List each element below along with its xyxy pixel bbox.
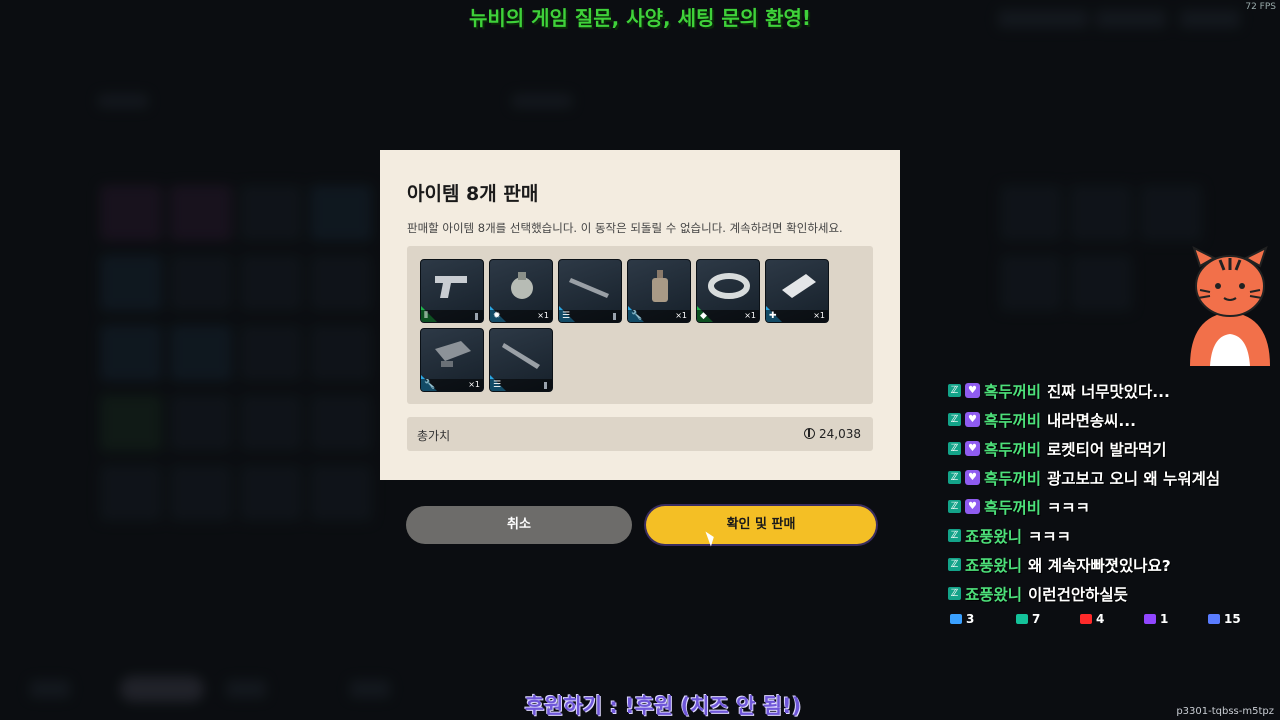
heart-badge-icon: ♥ — [965, 499, 980, 514]
chat-username: 죠풍왔니 — [965, 556, 1023, 575]
dialog-description: 판매할 아이템 8개를 선택했습니다. 이 동작은 되돌릴 수 없습니다. 계속… — [407, 221, 843, 235]
chat-message: ℤ ♥ 흑두꺼비 진짜 너무맛있다... — [948, 376, 1278, 405]
viewer-stats: 3 7 4 1 15 — [950, 612, 1250, 628]
pistol-icon — [435, 276, 467, 298]
chzzk-badge-icon: ℤ — [948, 442, 961, 455]
item-slot-rifle[interactable]: ☰ — [558, 259, 622, 323]
durability-bar — [613, 313, 616, 320]
item-slot-bottle[interactable]: 🔧 ×1 — [627, 259, 691, 323]
rifle-icon — [569, 278, 609, 298]
bottom-banner: 후원하기 : !후원 (치즈 안 됨!) — [524, 694, 802, 718]
sell-dialog: 아이템 8개 판매 판매할 아이템 8개를 선택했습니다. 이 동작은 되돌릴 … — [380, 150, 900, 480]
heart-badge-icon: ♥ — [965, 470, 980, 485]
chat-message: ℤ ♥ 흑두꺼비 광고보고 오니 왜 누워계심 — [948, 463, 1278, 492]
durability-bar — [544, 382, 547, 389]
chat-text: 광고보고 오니 왜 누워계심 — [1047, 469, 1221, 488]
discord-icon — [1208, 614, 1220, 624]
stat-twitch: 1 — [1144, 612, 1168, 626]
chat-message: ℤ 죠풍왔니 이런건안하실듯 — [948, 579, 1278, 608]
chat-text: 내라면송씨... — [1047, 411, 1137, 430]
total-value-label: 총가치 — [417, 429, 451, 443]
chzzk-badge-icon: ℤ — [948, 413, 961, 426]
durability-bar — [475, 313, 478, 320]
item-slot-metal-part[interactable]: 🔧 ×1 — [420, 328, 484, 392]
total-value-amount: 24,038 — [819, 427, 861, 441]
item-quantity: ×1 — [744, 311, 756, 320]
stat-chzzk: 7 — [1016, 612, 1040, 626]
total-value-row: 총가치 24,038 — [407, 417, 873, 451]
chat-username: 흑두꺼비 — [984, 469, 1042, 488]
top-banner: 뉴비의 게임 질문, 사양, 세팅 문의 환영! — [468, 6, 812, 30]
list-icon: ☰ — [562, 311, 571, 321]
chat-username: 흑두꺼비 — [984, 382, 1042, 401]
chat-username: 흑두꺼비 — [984, 440, 1042, 459]
heart-badge-icon: ♥ — [965, 412, 980, 427]
ammo-icon: ⦀ — [424, 311, 428, 321]
stat-discord: 15 — [1208, 612, 1241, 626]
heart-badge-icon: ♥ — [965, 383, 980, 398]
fps-counter: 72 FPS — [1245, 2, 1276, 12]
item-quantity: ×1 — [537, 311, 549, 320]
twitch-icon — [1144, 614, 1156, 624]
rifle-icon — [502, 343, 540, 369]
youtube-icon — [1080, 614, 1092, 624]
chat-message: ℤ 죠풍왔니 왜 계속자빠졋있나요? — [948, 550, 1278, 579]
grenade-icon — [511, 272, 533, 299]
chzzk-badge-icon: ℤ — [948, 384, 961, 397]
cancel-button[interactable]: 취소 — [406, 506, 632, 544]
chat-text: 로켓티어 발라먹기 — [1047, 440, 1167, 459]
item-quantity: ×1 — [675, 311, 687, 320]
chat-overlay: ℤ ♥ 흑두꺼비 진짜 너무맛있다... ℤ ♥ 흑두꺼비 내라면송씨... ℤ… — [948, 376, 1278, 608]
chat-message: ℤ ♥ 흑두꺼비 내라면송씨... — [948, 405, 1278, 434]
metal-part-icon — [435, 341, 471, 367]
wrench-icon: 🔧 — [424, 380, 436, 390]
stream-id: p3301-tqbss-m5tpz — [1176, 706, 1274, 717]
chat-username: 죠풍왔니 — [965, 527, 1023, 546]
chat-text: 진짜 너무맛있다... — [1047, 382, 1170, 401]
chzzk-badge-icon: ℤ — [948, 500, 961, 513]
chat-message: ℤ ♥ 흑두꺼비 로켓티어 발라먹기 — [948, 434, 1278, 463]
chat-message: ℤ 죠풍왔니 ㅋㅋㅋ — [948, 521, 1278, 550]
confirm-sell-button[interactable]: 확인 및 판매 — [646, 506, 876, 544]
chat-username: 흑두꺼비 — [984, 411, 1042, 430]
chzzk-badge-icon: ℤ — [948, 529, 961, 542]
chat-message: ℤ ♥ 흑두꺼비 ㅋㅋㅋ — [948, 492, 1278, 521]
chat-text: 이런건안하실듯 — [1028, 585, 1128, 604]
selected-items-panel: ⦀ ✹ ×1 ☰ 🔧 ×1 ◆ ×1 ✚ ×1 🔧 ×1 ☰ — [407, 246, 873, 404]
tiger-mascot-icon — [1190, 246, 1270, 366]
coin-icon — [804, 428, 815, 439]
wrench-icon: 🔧 — [631, 311, 643, 321]
chzzk-badge-icon: ℤ — [948, 558, 961, 571]
stat-youtube: 4 — [1080, 612, 1104, 626]
item-slot-pistol[interactable]: ⦀ — [420, 259, 484, 323]
item-slot-rifle-2[interactable]: ☰ — [489, 328, 553, 392]
chat-text: ㅋㅋㅋ — [1028, 527, 1071, 546]
chzzk-badge-icon: ℤ — [948, 587, 961, 600]
item-slot-grenade[interactable]: ✹ ×1 — [489, 259, 553, 323]
chzzk-badge-icon: ℤ — [948, 471, 961, 484]
explosive-icon: ✹ — [493, 311, 501, 321]
dialog-title: 아이템 8개 판매 — [407, 183, 539, 205]
medkit-icon: ✚ — [769, 311, 777, 321]
chat-username: 흑두꺼비 — [984, 498, 1042, 517]
coil-icon — [708, 273, 750, 299]
link-icon — [950, 614, 962, 624]
item-quantity: ×1 — [813, 311, 825, 320]
bandage-icon — [782, 274, 816, 298]
item-quantity: ×1 — [468, 380, 480, 389]
item-slot-coil[interactable]: ◆ ×1 — [696, 259, 760, 323]
chat-text: 왜 계속자빠졋있나요? — [1028, 556, 1171, 575]
item-slot-bandage[interactable]: ✚ ×1 — [765, 259, 829, 323]
bottle-icon — [652, 270, 668, 302]
gem-icon: ◆ — [700, 311, 707, 321]
chat-username: 죠풍왔니 — [965, 585, 1023, 604]
chat-text: ㅋㅋㅋ — [1047, 498, 1090, 517]
list-icon: ☰ — [493, 380, 502, 390]
chzzk-icon — [1016, 614, 1028, 624]
heart-badge-icon: ♥ — [965, 441, 980, 456]
stat-link: 3 — [950, 612, 974, 626]
